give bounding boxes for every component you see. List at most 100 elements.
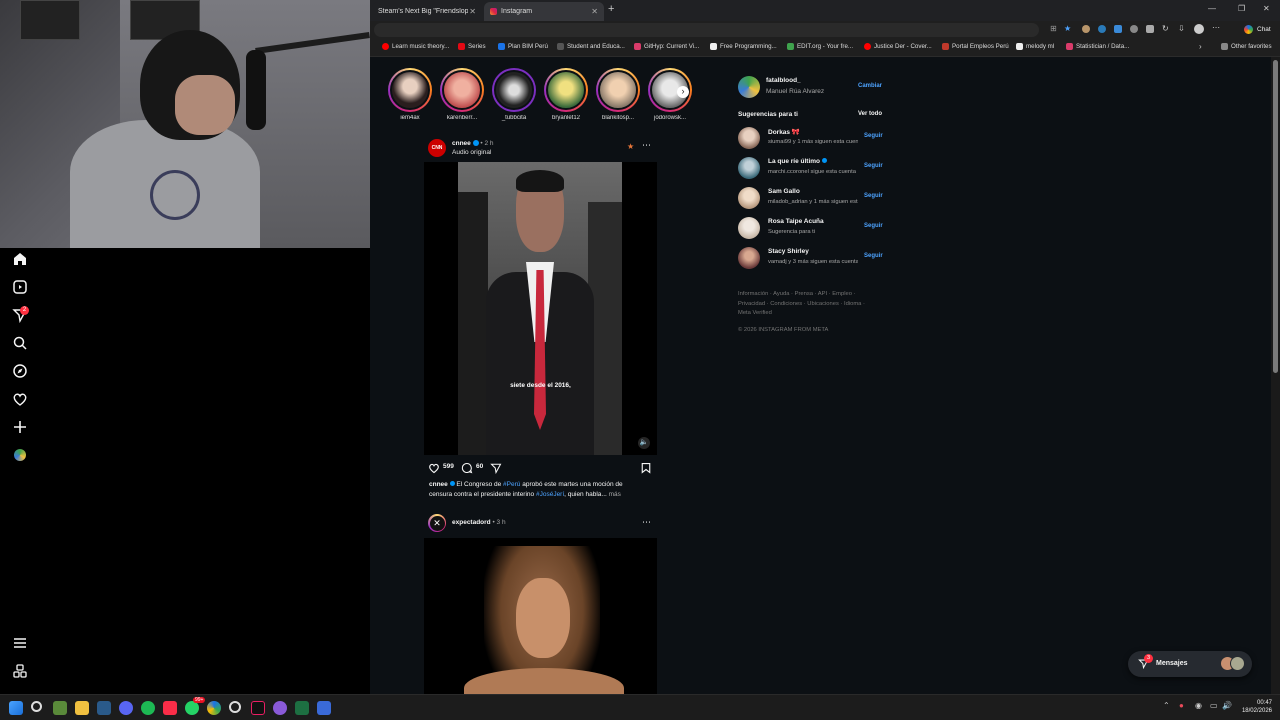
suggestion-name[interactable]: Rosa Taipe Acuña — [768, 218, 824, 225]
minimize-icon[interactable]: — — [1208, 4, 1216, 13]
like-icon[interactable] — [428, 461, 440, 474]
story-item[interactable]: iem4ax — [386, 68, 434, 121]
story-item[interactable]: _tubbcita — [490, 68, 538, 121]
mute-icon[interactable]: 🔈 — [638, 437, 650, 449]
hashtag-link[interactable]: #Perú — [503, 481, 520, 488]
profile-avatar-icon[interactable] — [11, 446, 29, 464]
extension-icon[interactable] — [1082, 25, 1090, 33]
reels-icon[interactable] — [11, 278, 29, 296]
close-icon[interactable]: ✕ — [469, 7, 476, 16]
post-video[interactable]: siete desde el 2016, 🔈 — [424, 162, 657, 455]
stories-next-button[interactable]: › — [677, 86, 689, 98]
suggestion-avatar[interactable] — [738, 187, 760, 209]
edge-icon[interactable] — [207, 701, 221, 715]
story-item[interactable]: bryanlet12 — [542, 68, 590, 121]
create-icon[interactable] — [11, 418, 29, 436]
steam-icon[interactable] — [97, 701, 111, 715]
suggestion-avatar[interactable] — [738, 247, 760, 269]
maximize-icon[interactable]: ❐ — [1238, 4, 1245, 13]
search-icon[interactable] — [31, 701, 42, 712]
more-link[interactable]: más — [609, 491, 621, 498]
star-icon[interactable]: ★ — [627, 142, 634, 151]
bookmark-item[interactable]: Justice Der - Cover... — [864, 43, 932, 50]
close-icon[interactable]: ✕ — [591, 7, 598, 16]
scrollbar-thumb[interactable] — [1273, 60, 1278, 373]
other-favorites[interactable]: Other favorites — [1221, 43, 1272, 50]
app-icon[interactable] — [53, 701, 67, 715]
bookmark-item[interactable]: Series — [458, 43, 486, 50]
story-item[interactable]: karenberr... — [438, 68, 486, 121]
more-options-icon[interactable]: ⋯ — [642, 140, 651, 151]
whatsapp-icon[interactable] — [185, 701, 199, 715]
post-avatar[interactable]: CNN — [428, 139, 446, 157]
caption-username[interactable]: cnnee — [429, 481, 448, 488]
suggestion-name[interactable]: Sam Gallo — [768, 188, 800, 195]
suggestion-name[interactable]: La que ríe último — [768, 158, 827, 165]
windows-start-icon[interactable] — [9, 701, 23, 715]
clock[interactable]: 00:47 18/02/2026 — [1240, 699, 1272, 715]
excel-icon[interactable] — [295, 701, 309, 715]
extension-icon[interactable] — [1098, 25, 1106, 33]
more-options-icon[interactable]: ⋯ — [642, 517, 651, 528]
scrollbar[interactable] — [1271, 57, 1280, 694]
follow-button[interactable]: Seguir — [864, 253, 883, 259]
bookmark-item[interactable]: Learn music theory... — [382, 43, 449, 50]
app-icon[interactable] — [229, 701, 241, 713]
menu-icon[interactable] — [11, 634, 29, 652]
new-tab-button[interactable]: + — [608, 3, 614, 15]
suggestion-avatar[interactable] — [738, 157, 760, 179]
copilot-icon[interactable] — [1244, 25, 1253, 34]
bookmark-item[interactable]: Statistician / Data... — [1066, 43, 1129, 50]
profile-username[interactable]: fatalblood_ — [766, 77, 801, 84]
star-icon[interactable]: ★ — [1064, 24, 1071, 33]
apps-icon[interactable]: ⊞ — [1050, 24, 1057, 33]
address-bar[interactable] — [374, 23, 1039, 37]
explore-icon[interactable] — [11, 362, 29, 380]
app-icon[interactable] — [317, 701, 331, 715]
footer-links[interactable]: Información · Ayuda · Prensa · API · Emp… — [738, 290, 865, 319]
post-username[interactable]: expectadord — [452, 519, 491, 526]
suggestion-avatar[interactable] — [738, 127, 760, 149]
comment-icon[interactable] — [461, 461, 473, 474]
follow-button[interactable]: Seguir — [864, 163, 883, 169]
home-icon[interactable] — [11, 250, 29, 268]
music-icon[interactable] — [163, 701, 177, 715]
extension-icon[interactable] — [1130, 25, 1138, 33]
post-image[interactable] — [424, 538, 657, 694]
tiktok-icon[interactable] — [251, 701, 265, 715]
close-window-icon[interactable]: ✕ — [1263, 4, 1270, 13]
app-icon[interactable] — [273, 701, 287, 715]
chat-button[interactable]: Chat — [1257, 26, 1271, 33]
bookmark-item[interactable]: Plan BIM Perú — [498, 43, 548, 50]
follow-button[interactable]: Seguir — [864, 133, 883, 139]
bookmark-item[interactable]: melody ml — [1016, 43, 1054, 50]
volume-icon[interactable]: 🔊 — [1222, 701, 1232, 710]
tab-instagram[interactable]: Instagram ✕ — [484, 2, 604, 21]
post-username[interactable]: cnnee — [452, 140, 471, 147]
heart-icon[interactable] — [11, 390, 29, 408]
network-icon[interactable]: ◉ — [1195, 701, 1202, 710]
discord-icon[interactable] — [119, 701, 133, 715]
mic-icon[interactable]: ● — [1179, 701, 1184, 710]
see-all-link[interactable]: Ver todo — [858, 111, 882, 117]
chevron-right-icon[interactable]: › — [1199, 42, 1202, 51]
bookmark-item[interactable]: Student and Educa... — [557, 43, 625, 50]
profile-avatar[interactable] — [738, 76, 760, 98]
hashtag-link[interactable]: #JoséJerí — [536, 491, 564, 498]
history-icon[interactable]: ↻ — [1162, 24, 1169, 33]
story-item[interactable]: blankitosp... — [594, 68, 642, 121]
bookmark-item[interactable]: Free Programming... — [710, 43, 777, 50]
display-icon[interactable]: ▭ — [1210, 701, 1218, 710]
share-icon[interactable] — [490, 461, 502, 475]
tab-steam[interactable]: Steam's Next Big "Friendslop" Hit ✕ — [372, 2, 482, 21]
suggestion-avatar[interactable] — [738, 217, 760, 239]
post-avatar[interactable]: ✕ — [428, 514, 446, 532]
suggestion-name[interactable]: Dorkas 🎀 — [768, 128, 800, 136]
chevron-up-icon[interactable]: ⌃ — [1163, 701, 1170, 710]
spotify-icon[interactable] — [141, 701, 155, 715]
threads-icon[interactable] — [11, 662, 29, 680]
bookmark-item[interactable]: GitHyp: Current Vi... — [634, 43, 699, 50]
folder-icon[interactable] — [75, 701, 89, 715]
suggestion-name[interactable]: Stacy Shirley — [768, 248, 809, 255]
follow-button[interactable]: Seguir — [864, 223, 883, 229]
